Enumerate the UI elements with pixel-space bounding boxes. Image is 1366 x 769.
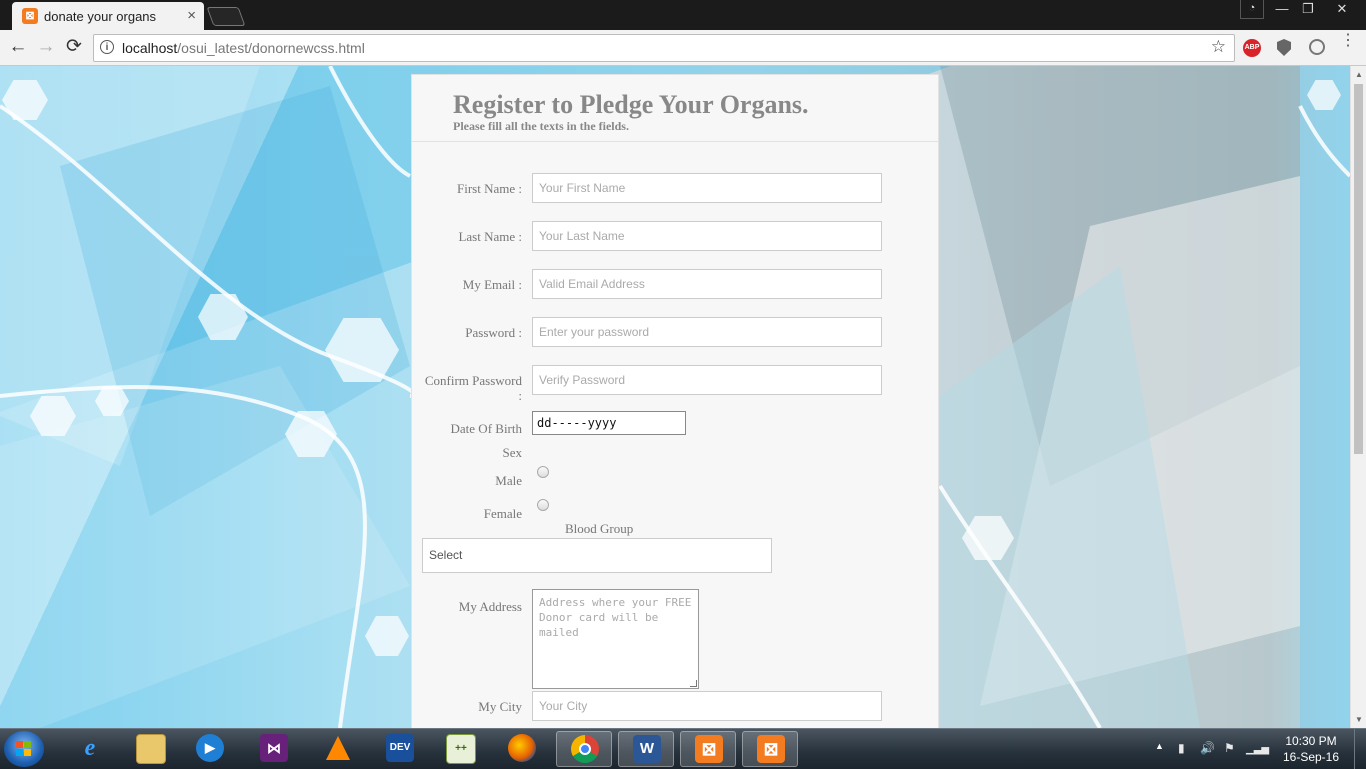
- blood-group-select[interactable]: Select: [422, 538, 772, 573]
- browser-tabstrip: ⊠ donate your organs × ◔ — ❐ ✕: [0, 0, 1366, 30]
- registration-form: Register to Pledge Your Organs. Please f…: [411, 74, 939, 728]
- taskbar-media-player[interactable]: ▶: [182, 731, 238, 767]
- clock-time[interactable]: 10:30 PM: [1280, 734, 1342, 748]
- browser-menu-icon[interactable]: ⋮: [1340, 33, 1356, 49]
- bookmark-star-icon[interactable]: ☆: [1211, 37, 1226, 57]
- minimize-button[interactable]: —: [1270, 0, 1294, 18]
- resize-grip-icon[interactable]: [690, 680, 697, 687]
- female-label: Female: [483, 506, 522, 521]
- first-name-label: First Name :: [457, 181, 522, 196]
- female-radio[interactable]: [537, 499, 549, 511]
- taskbar-notepad-plus-plus[interactable]: ++: [432, 731, 488, 767]
- taskbar-word[interactable]: W: [618, 731, 674, 767]
- city-label: My City: [478, 699, 522, 714]
- vlc-cone-icon: [326, 736, 350, 760]
- tray-expand-icon[interactable]: ▲: [1155, 741, 1164, 751]
- form-header: Register to Pledge Your Organs. Please f…: [412, 75, 938, 142]
- city-input[interactable]: Your City: [532, 691, 882, 721]
- page-scrollbar[interactable]: ▲ ▼: [1350, 66, 1366, 728]
- forward-arrow-icon[interactable]: →: [35, 36, 57, 58]
- show-desktop-button[interactable]: [1354, 729, 1366, 769]
- scroll-up-icon[interactable]: ▲: [1355, 70, 1363, 79]
- confirm-password-label: Confirm Password: [424, 373, 522, 388]
- address-label: My Address: [458, 599, 522, 614]
- last-name-input[interactable]: Your Last Name: [532, 221, 882, 251]
- address-textarea[interactable]: Address where your FREE Donor card will …: [532, 589, 699, 689]
- xampp-icon: ⊠: [695, 735, 723, 763]
- address-bar[interactable]: i localhost/osui_latest/donornewcss.html…: [93, 34, 1235, 62]
- extension-shield-icon[interactable]: [1277, 39, 1291, 56]
- firefox-icon: [508, 734, 536, 762]
- first-name-input[interactable]: Your First Name: [532, 173, 882, 203]
- password-label: Password :: [465, 325, 522, 340]
- maximize-button[interactable]: ❐: [1296, 0, 1320, 18]
- start-button[interactable]: [4, 731, 44, 767]
- confirm-password-label-suffix: :: [518, 388, 522, 403]
- taskbar-file-explorer[interactable]: [122, 731, 178, 767]
- email-input[interactable]: Valid Email Address: [532, 269, 882, 299]
- taskbar-firefox[interactable]: [494, 731, 550, 767]
- action-center-flag-icon[interactable]: ⚑: [1224, 741, 1235, 755]
- xampp-favicon-icon: ⊠: [22, 8, 38, 24]
- dob-date-input[interactable]: dd-----yyyy: [532, 411, 686, 435]
- address-placeholder: Address where your FREE Donor card will …: [539, 596, 698, 639]
- word-icon: W: [633, 735, 661, 763]
- internet-explorer-icon: e: [84, 735, 96, 761]
- notepad-plus-plus-icon: ++: [446, 734, 476, 764]
- info-icon[interactable]: i: [100, 40, 114, 54]
- taskbar-xampp[interactable]: ⊠: [680, 731, 736, 767]
- url-host: localhost: [122, 40, 178, 56]
- taskbar-chrome[interactable]: [556, 731, 612, 767]
- male-radio[interactable]: [537, 466, 549, 478]
- sex-label: Sex: [502, 445, 523, 460]
- windows-taskbar: e ▶ ⋈ DEV ++ W ⊠ ⊠ ▲ ▮ 🔊 ⚑ ▁▃▅ 10:30 PM …: [0, 728, 1366, 769]
- password-input[interactable]: Enter your password: [532, 317, 882, 347]
- adblock-plus-icon[interactable]: ABP: [1243, 39, 1261, 57]
- male-label: Male: [495, 473, 522, 488]
- new-tab-button[interactable]: [206, 7, 246, 26]
- battery-icon[interactable]: ▮: [1178, 741, 1185, 755]
- dev-cpp-icon: DEV: [386, 734, 414, 762]
- scrollbar-thumb[interactable]: [1354, 84, 1363, 454]
- url-path: /osui_latest/donornewcss.html: [177, 40, 365, 56]
- windows-logo-icon: [16, 741, 32, 757]
- taskbar-visual-studio[interactable]: ⋈: [246, 731, 302, 767]
- extension-globe-icon[interactable]: [1309, 39, 1325, 55]
- taskbar-dev-cpp[interactable]: DEV: [372, 731, 428, 767]
- user-profile-icon[interactable]: ◔: [1240, 0, 1264, 19]
- xampp-icon: ⊠: [757, 735, 785, 763]
- network-signal-icon[interactable]: ▁▃▅: [1246, 744, 1269, 755]
- close-tab-icon[interactable]: ×: [187, 6, 196, 26]
- last-name-label: Last Name :: [458, 229, 522, 244]
- close-window-button[interactable]: ✕: [1322, 0, 1362, 18]
- visual-studio-icon: ⋈: [260, 734, 288, 762]
- taskbar-xampp-control[interactable]: ⊠: [742, 731, 798, 767]
- taskbar-internet-explorer[interactable]: e: [62, 731, 118, 767]
- dob-label: Date Of Birth: [450, 421, 522, 436]
- back-arrow-icon[interactable]: ←: [7, 36, 29, 58]
- page-title: Register to Pledge Your Organs.: [453, 90, 809, 119]
- reload-icon[interactable]: ⟳: [63, 36, 85, 58]
- media-player-icon: ▶: [196, 734, 224, 762]
- browser-toolbar: ← → ⟳ i localhost/osui_latest/donornewcs…: [0, 30, 1366, 66]
- scroll-down-icon[interactable]: ▼: [1355, 715, 1363, 724]
- chrome-icon: [571, 735, 599, 763]
- page-subtitle: Please fill all the texts in the fields.: [453, 119, 629, 133]
- folder-icon: [136, 734, 166, 764]
- url-text[interactable]: localhost/osui_latest/donornewcss.html: [122, 40, 365, 56]
- volume-icon[interactable]: 🔊: [1200, 741, 1215, 755]
- page-background: Register to Pledge Your Organs. Please f…: [0, 66, 1350, 728]
- confirm-password-input[interactable]: Verify Password: [532, 365, 882, 395]
- tab-title: donate your organs: [44, 9, 157, 24]
- clock-date[interactable]: 16-Sep-16: [1280, 750, 1342, 764]
- blood-group-label: Blood Group: [565, 521, 634, 536]
- email-label: My Email :: [462, 277, 522, 292]
- browser-tab[interactable]: ⊠ donate your organs ×: [12, 2, 204, 30]
- taskbar-vlc[interactable]: [310, 731, 366, 767]
